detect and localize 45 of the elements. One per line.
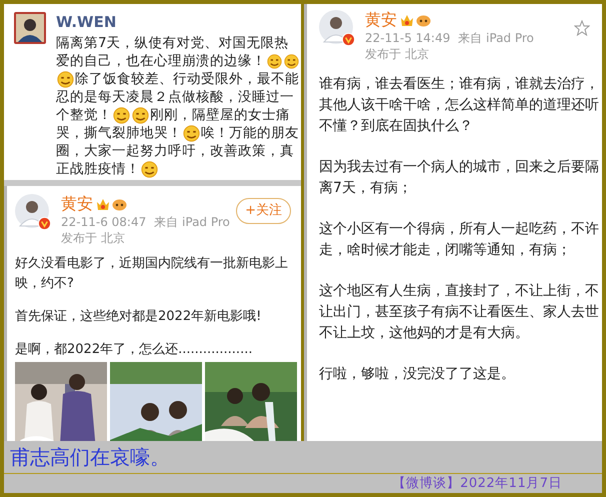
author-name[interactable]: 黄安 [365,8,397,32]
post-text: 首先保证，这些绝对都是2022年新电影哦! [15,308,262,326]
source-text: 来自 iPad Pro [154,214,230,230]
post-text: 正战胜疫情！ [56,160,140,178]
post-text: 行啦，够啦，没完没了了这是。 [319,365,516,384]
crown-icon [400,14,414,26]
timestamp: 22-11-6 08:47 [61,214,146,230]
follow-button[interactable]: +关注 [236,198,291,224]
avatar[interactable] [15,194,49,228]
avatar[interactable] [319,10,353,44]
avatar[interactable] [14,12,46,44]
emoji-icon [57,70,74,88]
post-text: 好久没看电影了，近期国内院线有一批新电影上映，约不? [15,255,289,293]
emoji-icon [113,106,130,124]
post-text: 这个地区有人生病，直接封了，不让上街，不让出门，甚至孩子有病不让看医生、家人去世不让上坟，这他妈的才是有大病。 [319,282,600,343]
post-text: 唉！万能的朋友 [201,124,299,142]
post-text: 刚刚，隔壁屋的女士痛 [150,106,290,124]
post-text: 圈，大家一起努力呼吁，改善政策，真 [56,142,294,160]
crown-icon [96,198,110,210]
caption: 甫志高们在哀嚎。 [10,444,170,471]
author-name[interactable]: 黄安 [61,192,93,216]
post-text: 爱的自己，也在心理崩溃的边缘！ [56,52,266,70]
post-text: 哭，撕气裂肺地哭！ [56,124,182,142]
emoji-icon [183,124,200,142]
footer-text: 【微博谈】2022年11月7日 [392,474,562,492]
source-text: 来自 iPad Pro [458,30,534,46]
post-text: 是啊，都2022年了，怎么还.................. [15,341,254,359]
timestamp: 22-11-5 14:49 [365,30,450,46]
verified-badge-icon [342,33,355,46]
post-text: 除了饭食较差、行动受限外，最不能 [75,70,299,88]
post-text: 这个小区有一个得病，所有人一起吃药，不许走，啥时候才能走，闭嘴等通知，有病； [319,220,600,260]
post-text: 忍的是每天凌晨２点做核酸，没睡过一 [56,88,294,106]
location-text: 发布于 北京 [61,230,126,246]
post-text: 因为我去过有一个病人的城市，回来之后要隔离7天，有病； [319,158,600,198]
post-text: 隔离第7天，纵使有对党、对国无限热 [56,34,289,52]
star-icon[interactable] [574,20,590,36]
emoji-icon [141,160,158,178]
emoji-icon [284,52,299,70]
post-text: 个整觉！ [56,106,112,124]
emoji-icon [132,106,149,124]
verified-badge-icon [38,217,51,230]
location-text: 发布于 北京 [365,46,430,62]
author-name[interactable]: W.WEN [56,12,300,32]
emoji-icon [267,52,282,70]
post-text: 谁有病，谁去看医生；谁有病，谁就去治疗，其他人该干啥干啥，怎么这样简单的道理还听不懂？到底在固执什么？ [319,75,600,136]
